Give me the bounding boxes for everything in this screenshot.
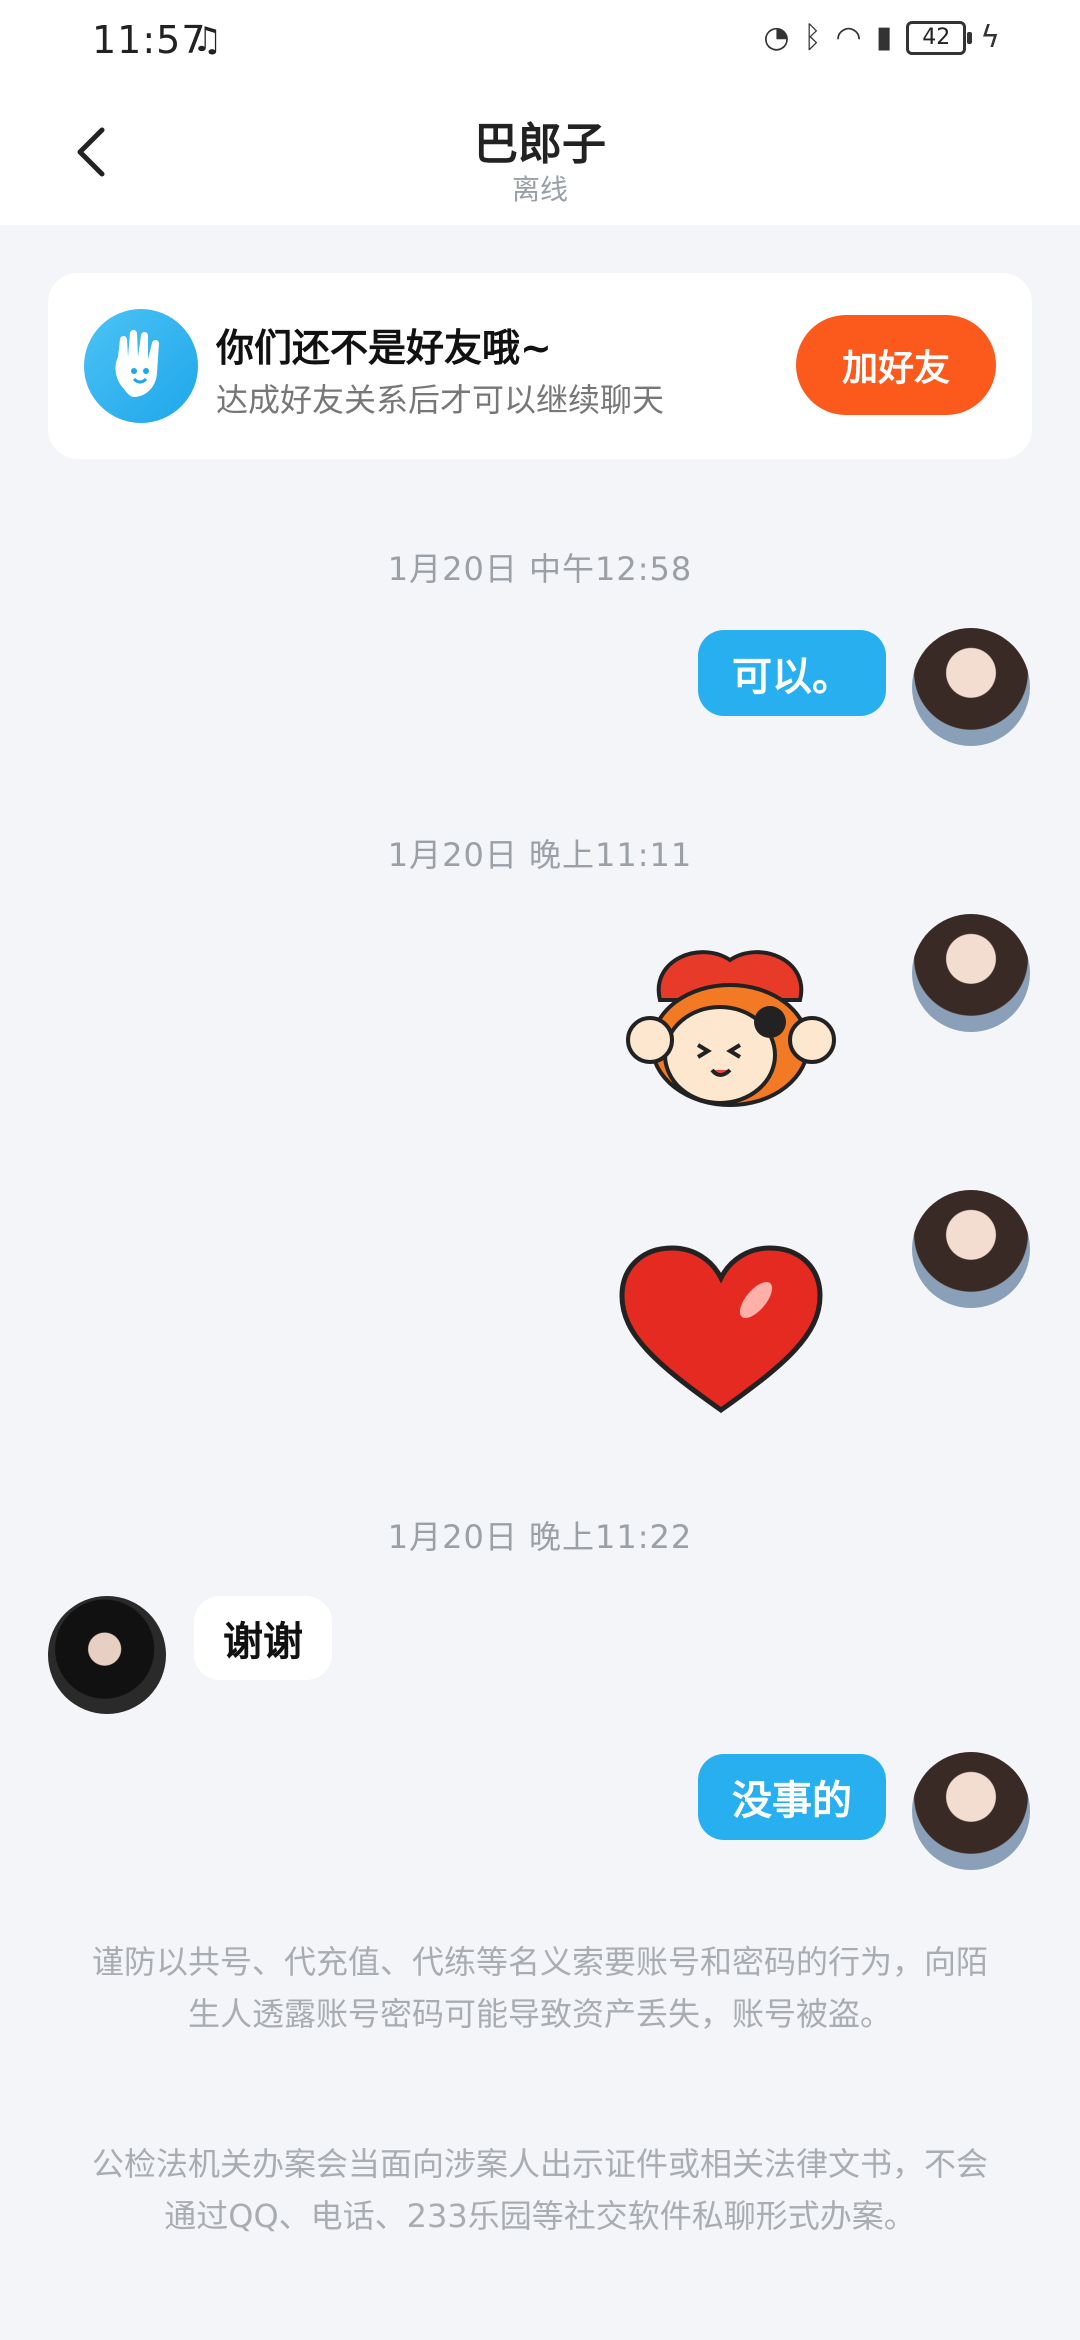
- status-bar: 11:57 ♫ ◔ ᛒ ◠ ▮ 42 ϟ: [0, 0, 1080, 80]
- message-timestamp: 1月20日 晚上11:11: [387, 836, 693, 874]
- wifi-icon: ◠: [835, 20, 862, 55]
- waving-hand-icon: [84, 309, 198, 423]
- safety-notice: 谨防以共号、代充值、代练等名义索要账号和密码的行为，向陌生人透露账号密码可能导致…: [91, 1943, 988, 2033]
- my-avatar[interactable]: [912, 628, 1030, 746]
- status-icons: ◔ ᛒ ◠ ▮ 42 ϟ: [763, 20, 1000, 55]
- message-bubble-sent[interactable]: 可以。: [698, 630, 886, 716]
- message-timestamp: 1月20日 中午12:58: [387, 550, 693, 588]
- add-friend-button[interactable]: 加好友: [796, 315, 996, 415]
- status-time: 11:57: [92, 18, 207, 62]
- bluetooth-icon: ᛒ: [803, 20, 822, 55]
- message-bubble-sent[interactable]: 没事的: [698, 1754, 886, 1840]
- charging-icon: ϟ: [980, 20, 1000, 55]
- contact-avatar[interactable]: [48, 1596, 166, 1714]
- message-bubble-received[interactable]: 谢谢: [194, 1596, 332, 1680]
- my-avatar[interactable]: [912, 1752, 1030, 1870]
- chat-title: 巴郎子: [474, 119, 606, 170]
- card-subtitle: 达成好友关系后才可以继续聊天: [216, 381, 665, 419]
- cartoon-character-sticker[interactable]: [620, 940, 842, 1120]
- speed-icon: ◔: [763, 20, 790, 55]
- red-heart-sticker[interactable]: [616, 1244, 826, 1418]
- my-avatar[interactable]: [912, 1190, 1030, 1308]
- music-note-icon: ♫: [192, 20, 223, 60]
- alert-icon: ▮: [875, 20, 893, 55]
- message-timestamp: 1月20日 晚上11:22: [387, 1518, 693, 1556]
- chat-header: 巴郎子 离线: [0, 80, 1080, 225]
- card-title: 你们还不是好友哦~: [216, 326, 552, 370]
- battery-indicator: 42: [906, 20, 973, 55]
- online-status: 离线: [511, 173, 568, 206]
- friend-request-card: 你们还不是好友哦~ 达成好友关系后才可以继续聊天 加好友: [48, 273, 1032, 459]
- my-avatar[interactable]: [912, 914, 1030, 1032]
- safety-notice: 公检法机关办案会当面向涉案人出示证件或相关法律文书，不会通过QQ、电话、233乐…: [91, 2145, 988, 2235]
